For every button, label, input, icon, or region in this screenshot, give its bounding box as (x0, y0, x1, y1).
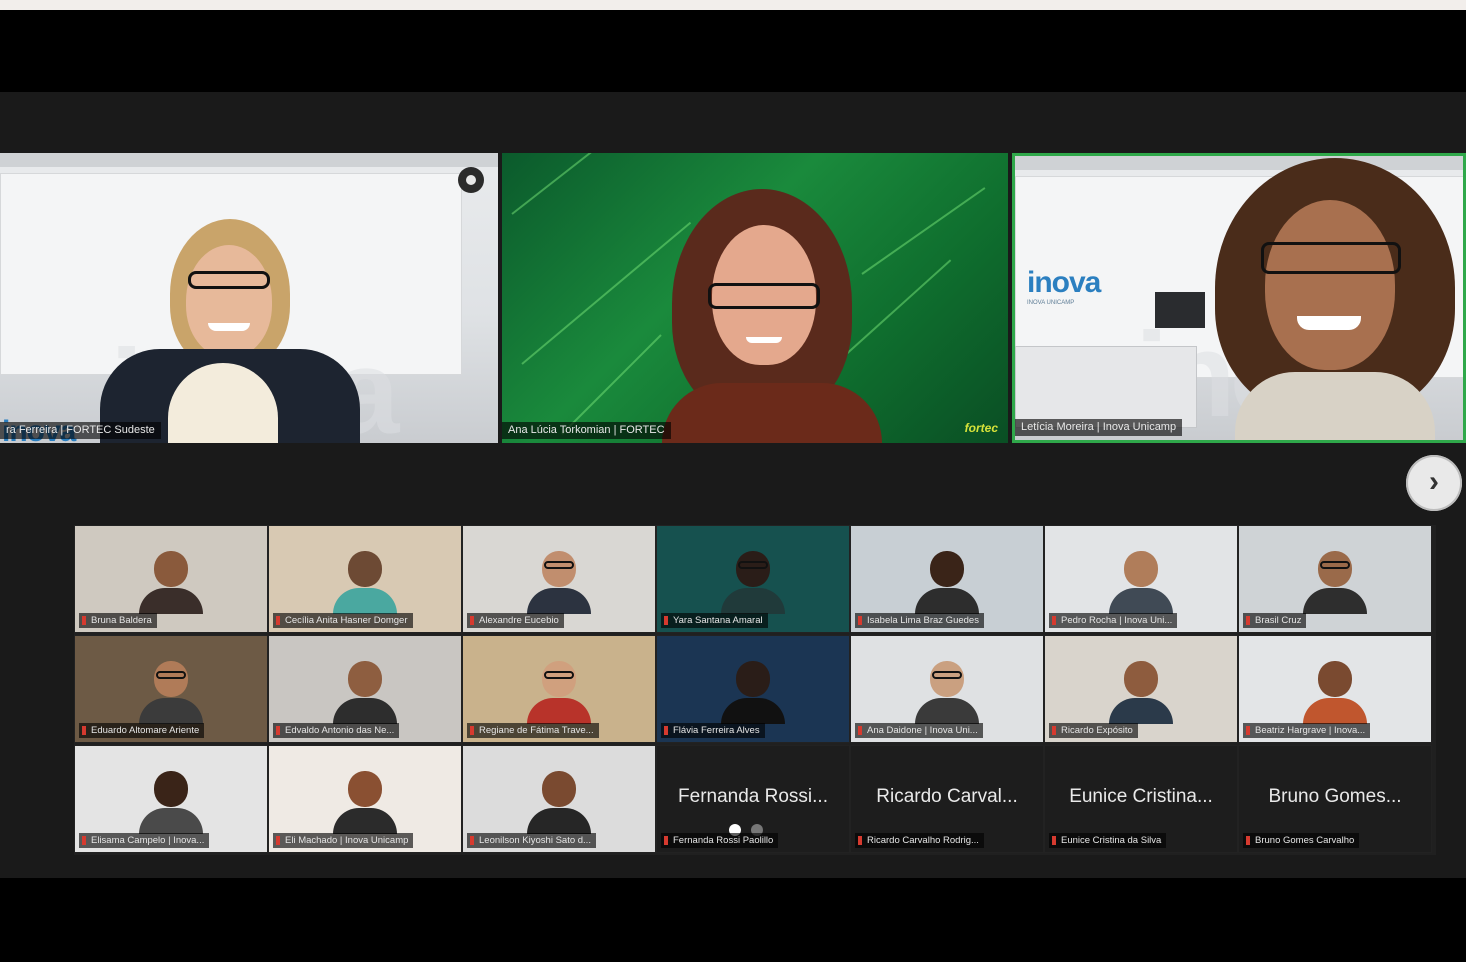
participant-display-name: Fernanda Rossi... (678, 786, 828, 807)
participant-tile[interactable]: Yara Santana Amaral (656, 525, 850, 633)
participant-tile-no-video[interactable]: Eunice Cristina... Eunice Cristina da Si… (1044, 745, 1238, 853)
participant-tile[interactable]: Bruna Baldera (74, 525, 268, 633)
participant-name: Edvaldo Antonio das Ne... (273, 723, 400, 738)
participant-name: Eli Machado | Inova Unicamp (273, 833, 414, 848)
participant-name: Bruno Gomes Carvalho (1243, 833, 1360, 848)
participant-tile[interactable]: Pedro Rocha | Inova Uni... (1044, 525, 1238, 633)
participant-tile[interactable]: Flávia Ferreira Alves (656, 635, 850, 743)
inova-logo: inovaINOVA UNICAMP (1027, 266, 1101, 306)
participant-name: Beatriz Hargrave | Inova... (1243, 723, 1371, 738)
participant-name: Brasil Cruz (1243, 613, 1307, 628)
speaker-name-label: ra Ferreira | FORTEC Sudeste (0, 422, 161, 439)
participant-name: Pedro Rocha | Inova Uni... (1049, 613, 1178, 628)
participant-tile[interactable]: Regiane de Fátima Trave... (462, 635, 656, 743)
participant-name: Regiane de Fátima Trave... (467, 723, 599, 738)
participant-name: Ricardo Carvalho Rodrig... (855, 833, 984, 848)
participant-tile[interactable]: Cecília Anita Hasner Domger (268, 525, 462, 633)
desk (1015, 346, 1197, 428)
chevron-right-icon: › (1429, 465, 1439, 498)
participant-name: Ana Daidone | Inova Uni... (855, 723, 983, 738)
participant-tile[interactable]: Leonilson Kiyoshi Sato d... (462, 745, 656, 853)
participant-name: Isabela Lima Braz Guedes (855, 613, 984, 628)
speaker-name-label: Ana Lúcia Torkomian | FORTEC (502, 422, 671, 439)
speaker-name-label: Letícia Moreira | Inova Unicamp (1015, 419, 1183, 436)
participant-name: Fernanda Rossi Paolillo (661, 833, 779, 848)
circuit-line (861, 187, 986, 275)
participant-name: Elisama Campelo | Inova... (79, 833, 210, 848)
ceiling (0, 153, 498, 167)
participant-display-name: Bruno Gomes... (1268, 786, 1402, 807)
speaker-tile-3-active[interactable]: inova inovaINOVA UNICAMP Letícia Moreira… (1012, 153, 1466, 443)
participant-tile[interactable]: Eduardo Altomare Ariente (74, 635, 268, 743)
next-page-button[interactable]: › (1406, 455, 1462, 511)
participant-name: Leonilson Kiyoshi Sato d... (467, 833, 596, 848)
participant-name: Bruna Baldera (79, 613, 157, 628)
participant-name: Alexandre Eucebio (467, 613, 564, 628)
monitor (1155, 292, 1205, 328)
participant-name: Ricardo Expósito (1049, 723, 1138, 738)
participant-name: Eduardo Altomare Ariente (79, 723, 205, 738)
camera-icon (458, 167, 484, 193)
circuit-line (561, 334, 662, 435)
top-border-strip (0, 0, 1466, 10)
participant-display-name: Eunice Cristina... (1069, 786, 1213, 807)
participant-tile-no-video[interactable]: Ricardo Carval... Ricardo Carvalho Rodri… (850, 745, 1044, 853)
participant-tile[interactable]: Isabela Lima Braz Guedes (850, 525, 1044, 633)
participant-gallery: Bruna Baldera Cecília Anita Hasner Domge… (74, 525, 1436, 855)
ceiling (1015, 156, 1463, 170)
participant-tile[interactable]: Ana Daidone | Inova Uni... (850, 635, 1044, 743)
participant-tile[interactable]: Ricardo Expósito (1044, 635, 1238, 743)
participant-name: Flávia Ferreira Alves (661, 723, 765, 738)
participant-tile[interactable]: Eli Machado | Inova Unicamp (268, 745, 462, 853)
participant-name: Yara Santana Amaral (661, 613, 768, 628)
speaker-tile-2[interactable]: fortec Ana Lúcia Torkomian | FORTEC (502, 153, 1008, 443)
circuit-line (521, 221, 692, 365)
participant-tile[interactable]: Alexandre Eucebio (462, 525, 656, 633)
participant-tile[interactable]: Elisama Campelo | Inova... (74, 745, 268, 853)
participant-display-name: Ricardo Carval... (876, 786, 1018, 807)
participant-name: Cecília Anita Hasner Domger (273, 613, 413, 628)
participant-name: Eunice Cristina da Silva (1049, 833, 1167, 848)
participant-tile[interactable]: Beatriz Hargrave | Inova... (1238, 635, 1432, 743)
participant-tile[interactable]: Edvaldo Antonio das Ne... (268, 635, 462, 743)
fortec-logo: fortec (964, 421, 998, 435)
participant-tile-no-video[interactable]: Fernanda Rossi... Fernanda Rossi Paolill… (656, 745, 850, 853)
participant-tile-no-video[interactable]: Bruno Gomes... Bruno Gomes Carvalho (1238, 745, 1432, 853)
speaker-tile-1[interactable]: inova inovaINOVA UNICAMP ra Ferreira | F… (0, 153, 498, 443)
participant-tile[interactable]: Brasil Cruz (1238, 525, 1432, 633)
circuit-line (511, 153, 655, 215)
